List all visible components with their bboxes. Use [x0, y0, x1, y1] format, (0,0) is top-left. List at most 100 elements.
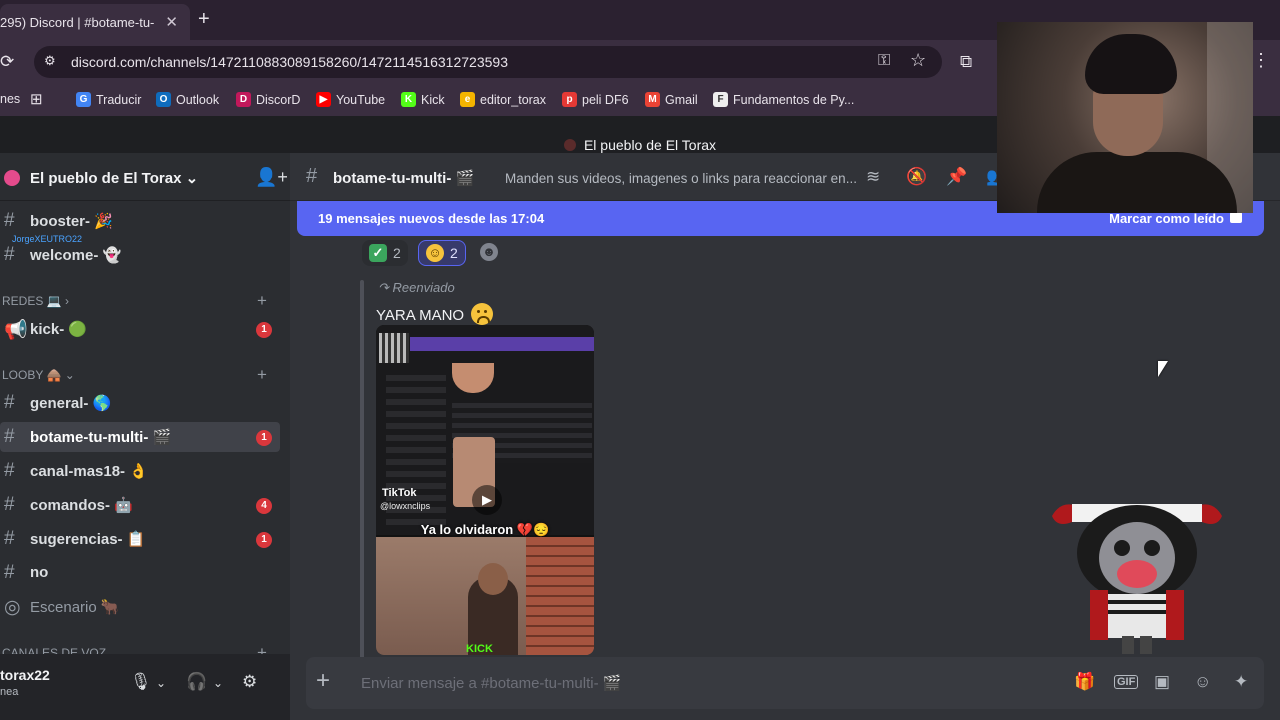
channel-title: botame-tu-multi- 🎬	[333, 170, 475, 187]
chevron-down-icon[interactable]: ⌄	[213, 676, 223, 690]
channel-item[interactable]: # general- 🌎	[0, 388, 280, 418]
user-panel: torax22 nea 🎙 ⌄ 🎧 ⌄ ⚙	[0, 654, 290, 720]
message-text: YARA MANO	[376, 303, 494, 325]
message-input[interactable]: Enviar mensaje a #botame-tu-multi- 🎬	[361, 674, 621, 692]
reload-icon[interactable]: ⟳	[0, 52, 14, 72]
username[interactable]: torax22	[0, 667, 50, 683]
bookmark-star-icon[interactable]: ☆	[910, 50, 926, 71]
hash-icon: #	[4, 494, 15, 515]
mention-badge: 1	[256, 532, 272, 548]
bookmark-item[interactable]: F Fundamentos de Py...	[713, 92, 854, 107]
channel-item[interactable]: # botame-tu-multi- 🎬 1	[0, 422, 280, 452]
new-messages-text[interactable]: 19 mensajes nuevos desde las 17:04	[318, 211, 544, 226]
chevron-down-icon[interactable]: ⌄	[156, 676, 166, 690]
webcam-person-body	[1037, 152, 1237, 213]
hash-icon: #	[4, 392, 15, 413]
browser-menu-icon[interactable]: ⋮	[1252, 50, 1270, 71]
forwarded-label: ↷ Reenviado	[378, 280, 455, 295]
bookmark-item[interactable]: D DiscorD	[236, 92, 300, 107]
new-tab-button[interactable]: +	[198, 8, 210, 31]
sticker-icon[interactable]: ▣	[1154, 672, 1170, 692]
channel-name: booster- 🎉	[30, 213, 113, 230]
gif-icon[interactable]: GIF	[1114, 675, 1139, 689]
browser-tab-discord[interactable]: 295) Discord | #botame-tu-m ✕	[0, 4, 190, 40]
gift-icon[interactable]: 🎁	[1074, 672, 1095, 692]
mark-read-icon[interactable]	[1230, 212, 1242, 223]
message-video-attachment[interactable]: ▶ TikTok @lowxnclips Ya lo olvidaron 💔😔 …	[376, 325, 594, 655]
bookmark-favicon-icon: D	[236, 92, 251, 107]
channel-item[interactable]: # canal-mas18- 👌	[0, 456, 280, 486]
bookmark-label: DiscorD	[256, 92, 301, 107]
settings-gear-icon[interactable]: ⚙	[242, 672, 257, 692]
extensions-icon[interactable]: ⧉	[960, 52, 972, 72]
channel-name: sugerencias- 📋	[30, 531, 146, 548]
channel-item[interactable]: # no	[0, 558, 280, 588]
url-text[interactable]: discord.com/channels/1472110883089158260…	[71, 54, 508, 70]
bookmark-label: Gmail	[665, 92, 698, 107]
bookmark-item[interactable]: G Traducir	[76, 92, 141, 107]
channel-topic[interactable]: Manden sus videos, imagenes o links para…	[505, 171, 857, 186]
bookmark-favicon-icon: K	[401, 92, 416, 107]
video-face	[452, 363, 494, 393]
play-icon[interactable]: ▶	[472, 485, 502, 515]
bookmark-item[interactable]: K Kick	[401, 92, 445, 107]
message-composer: + Enviar mensaje a #botame-tu-multi- 🎬 🎁…	[306, 657, 1264, 709]
microphone-icon[interactable]: 🎙	[130, 672, 152, 692]
apps-icon[interactable]: ✦	[1234, 672, 1248, 692]
add-reaction-icon[interactable]: ☻	[480, 243, 498, 261]
bookmark-item[interactable]: ▶ YouTube	[316, 92, 385, 107]
channel-booster[interactable]: # booster- 🎉	[0, 206, 280, 236]
add-channel-icon[interactable]: +	[257, 291, 267, 311]
address-bar[interactable]: ⚙ discord.com/channels/14721108830891582…	[34, 46, 942, 78]
site-settings-icon[interactable]: ⚙	[44, 53, 62, 71]
reaction-check[interactable]: ✓ 2	[362, 240, 408, 266]
reaction-rofl[interactable]: ☺ 2	[418, 240, 466, 266]
channel-kick[interactable]: 📢 kick- 🟢 1	[0, 314, 280, 344]
video-caption: Ya lo olvidaron 💔😔	[420, 522, 550, 537]
bookmark-partial[interactable]: nes	[0, 92, 20, 106]
channel-name: kick- 🟢	[30, 321, 88, 338]
channel-item[interactable]: ◎ Escenario 🐂	[0, 592, 280, 622]
hash-icon: #	[4, 528, 15, 549]
channel-name: Escenario 🐂	[30, 599, 120, 616]
channel-welcome[interactable]: # welcome- 👻 JorgeXEUTRO22	[0, 234, 280, 270]
reaction-count: 2	[450, 245, 458, 261]
channel-name: general- 🌎	[30, 395, 112, 412]
hash-icon: #	[4, 562, 15, 583]
bookmark-item[interactable]: p peli DF6	[562, 92, 629, 107]
channel-item[interactable]: # sugerencias- 📋 1	[0, 524, 280, 554]
mention-badge: 4	[256, 498, 272, 514]
brick-wall	[526, 537, 594, 655]
bookmark-item[interactable]: M Gmail	[645, 92, 698, 107]
bookmark-item[interactable]: O Outlook	[156, 92, 219, 107]
mark-as-read-button[interactable]: Marcar como leído	[1109, 211, 1224, 226]
invite-people-icon[interactable]: 👤+	[255, 167, 288, 188]
server-name[interactable]: El pueblo de El Torax ⌄	[30, 169, 198, 187]
bookmark-favicon-icon: M	[645, 92, 660, 107]
headphones-icon[interactable]: 🎧	[186, 672, 207, 692]
bookmark-item[interactable]: e editor_torax	[460, 92, 546, 107]
channel-item[interactable]: # comandos- 🤖 4	[0, 490, 280, 520]
megaphone-icon: 📢	[4, 320, 28, 341]
pin-icon[interactable]: 📌	[946, 167, 967, 187]
password-key-icon[interactable]: ⚿	[878, 52, 890, 70]
threads-icon[interactable]: ≋	[866, 167, 880, 187]
server-header[interactable]: El pueblo de El Torax ⌄ 👤+	[0, 153, 290, 201]
category-redes[interactable]: REDES 💻 ›	[2, 294, 69, 308]
tab-close-icon[interactable]: ✕	[165, 13, 178, 31]
mouse-cursor-icon	[1158, 361, 1168, 377]
window-title-text: El pueblo de El Torax	[583, 137, 717, 153]
upload-plus-button[interactable]: +	[316, 667, 330, 695]
add-channel-icon[interactable]: +	[257, 365, 267, 385]
emoji-icon[interactable]: ☺	[1194, 672, 1211, 692]
bookmark-label: YouTube	[336, 92, 386, 107]
kick-logo: KICK	[466, 643, 493, 655]
bookmark-favicon-icon: O	[156, 92, 171, 107]
channel-name: canal-mas18- 👌	[30, 463, 148, 480]
apps-grid-icon[interactable]: ⊞	[30, 90, 43, 108]
tiktok-username: @lowxnclips	[380, 501, 431, 511]
bookmark-favicon-icon: ▶	[316, 92, 331, 107]
notifications-muted-icon[interactable]: 🔕	[906, 167, 927, 187]
category-looby[interactable]: LOOBY 🛖 ⌄	[2, 368, 75, 382]
bookmark-label: Outlook	[176, 92, 220, 107]
